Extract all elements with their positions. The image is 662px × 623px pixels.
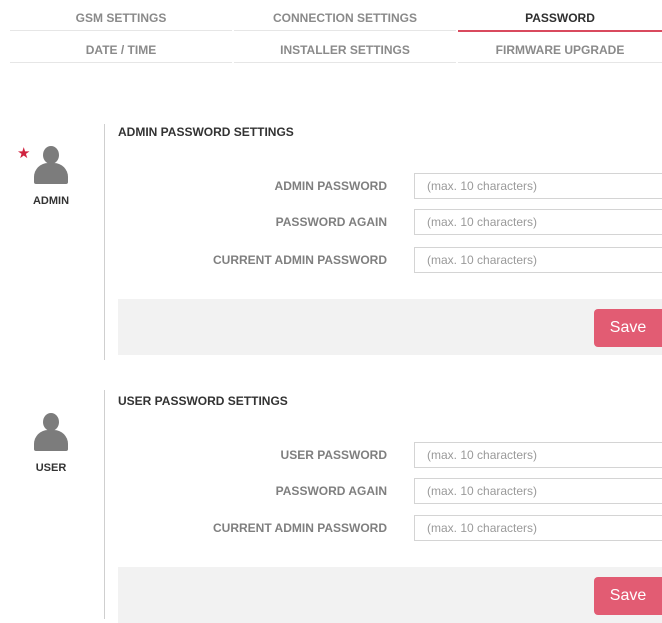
user-current-password-label: CURRENT ADMIN PASSWORD [213,521,387,535]
user-password-input[interactable] [414,442,662,468]
tab-password[interactable]: PASSWORD [458,6,662,32]
user-role-label: USER [35,462,67,474]
user-divider [104,390,105,619]
star-icon: ★ [17,145,31,162]
admin-role-label: ADMIN [32,195,70,207]
tab-gsm-settings[interactable]: GSM SETTINGS [10,6,232,31]
user-password-label: USER PASSWORD [280,448,387,462]
tab-firmware-upgrade[interactable]: FIRMWARE UPGRADE [458,38,662,63]
admin-password-input[interactable] [414,173,662,199]
user-avatar-icon [34,413,68,451]
user-password-again-input[interactable] [414,478,662,504]
admin-current-password-label: CURRENT ADMIN PASSWORD [213,253,387,267]
admin-avatar-icon [34,146,68,184]
user-password-again-label: PASSWORD AGAIN [275,484,387,498]
admin-current-password-input[interactable] [414,247,662,273]
user-save-button[interactable]: Save [594,577,662,615]
admin-password-label: ADMIN PASSWORD [274,179,387,193]
tab-installer-settings[interactable]: INSTALLER SETTINGS [234,38,456,63]
admin-password-again-label: PASSWORD AGAIN [275,215,387,229]
admin-divider [104,124,105,360]
admin-save-button[interactable]: Save [594,309,662,347]
admin-password-again-input[interactable] [414,209,662,235]
admin-actions-bar: Save [118,299,662,355]
tab-connection-settings[interactable]: CONNECTION SETTINGS [234,6,456,31]
user-current-password-input[interactable] [414,515,662,541]
tab-date-time[interactable]: DATE / TIME [10,38,232,63]
user-profile: USER [10,413,92,474]
user-actions-bar: Save [118,567,662,623]
user-section-title: USER PASSWORD SETTINGS [118,394,288,408]
admin-section-title: ADMIN PASSWORD SETTINGS [118,125,294,139]
